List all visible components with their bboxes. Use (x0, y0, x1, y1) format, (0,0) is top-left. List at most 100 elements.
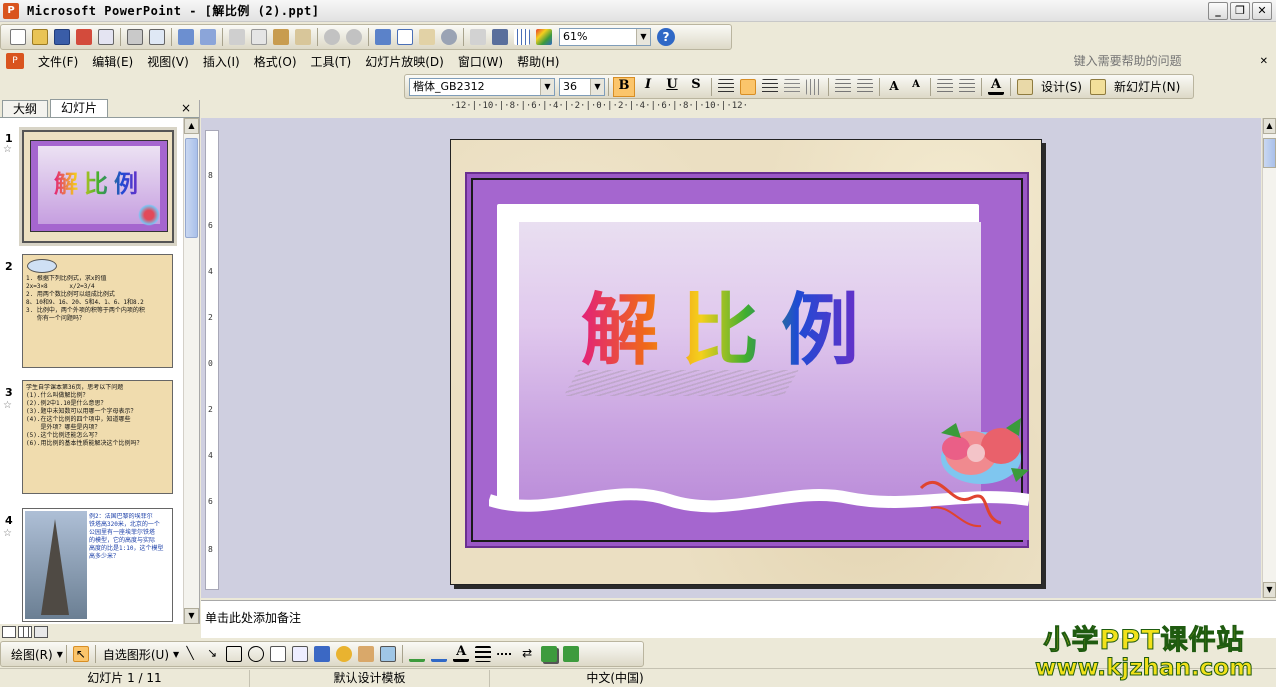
powerpoint-icon[interactable]: P (3, 2, 19, 19)
close-icon[interactable]: ✕ (1260, 56, 1268, 67)
open-icon[interactable] (32, 29, 48, 45)
current-slide[interactable]: 解比例 (450, 139, 1042, 585)
print-icon[interactable] (127, 29, 143, 45)
increase-font-icon[interactable]: A (886, 79, 902, 95)
wordart-icon[interactable] (314, 646, 331, 662)
diagram-icon[interactable] (336, 646, 353, 662)
spelling-icon[interactable] (178, 29, 194, 45)
increase-indent-icon[interactable] (959, 78, 975, 95)
bold-button[interactable]: B (613, 76, 635, 97)
bullets-icon[interactable] (857, 78, 873, 95)
show-formatting-icon[interactable] (492, 29, 508, 45)
slide-thumbnail-row[interactable]: 4 ☆ 例2：法国巴黎的埃菲尔 铁塔高320米，北京的一个 公园里有一座埃菲尔铁… (0, 508, 182, 624)
email-icon[interactable] (98, 29, 114, 45)
justify-icon[interactable] (784, 78, 800, 95)
menu-edit[interactable]: 编辑(E) (92, 53, 133, 70)
slide-thumbnail-3[interactable]: 学生自学课本第36页，思考以下问题 (1).什么叫做解比例？ (2).例2中1.… (22, 380, 173, 494)
oval-icon[interactable] (248, 646, 265, 662)
scroll-thumb[interactable] (185, 138, 198, 238)
new-slide-icon[interactable] (1089, 78, 1106, 95)
normal-view-icon[interactable] (2, 626, 16, 638)
cut-icon[interactable] (229, 29, 245, 45)
chevron-down-icon[interactable]: ▼ (57, 650, 63, 659)
menu-insert[interactable]: 插入(I) (203, 53, 240, 70)
decrease-indent-icon[interactable] (937, 78, 953, 95)
help-icon[interactable]: ? (657, 28, 675, 46)
italic-button[interactable]: I (637, 77, 659, 97)
main-scrollbar[interactable]: ▲ ▼ (1262, 118, 1276, 598)
decrease-font-icon[interactable]: A (908, 79, 924, 95)
redo-icon[interactable] (346, 29, 362, 45)
tables-borders-icon[interactable] (419, 29, 435, 45)
notes-placeholder[interactable]: 单击此处添加备注 (205, 609, 301, 626)
picture-icon[interactable] (380, 646, 397, 662)
permission-icon[interactable] (76, 29, 92, 45)
autoshapes-button[interactable]: 自选图形(U) (103, 646, 169, 663)
distribute-icon[interactable] (806, 78, 822, 95)
slide-thumbnail-4[interactable]: 例2：法国巴黎的埃菲尔 铁塔高320米，北京的一个 公园里有一座埃菲尔铁塔 的模… (22, 508, 173, 622)
research-icon[interactable] (200, 29, 216, 45)
slide-sorter-icon[interactable] (18, 626, 32, 638)
menu-file[interactable]: 文件(F) (38, 53, 78, 70)
scroll-up-icon[interactable]: ▲ (184, 118, 199, 134)
slide-thumbnail-row[interactable]: 3 ☆ 学生自学课本第36页，思考以下问题 (1).什么叫做解比例？ (2).例… (0, 380, 182, 498)
align-center-icon[interactable] (740, 78, 756, 95)
arrow-icon[interactable]: ↘ (204, 646, 220, 662)
grid-icon[interactable] (514, 29, 530, 45)
arrow-style-icon[interactable]: ⇄ (519, 646, 535, 662)
menu-slideshow[interactable]: 幻灯片放映(D) (365, 53, 444, 70)
insert-table-icon[interactable] (397, 29, 413, 45)
insert-chart-icon[interactable] (375, 29, 391, 45)
save-icon[interactable] (54, 29, 70, 45)
line-color-icon[interactable] (431, 646, 448, 662)
slide-thumbnail-2[interactable]: 1. 根据下列比例式，求x的值 2x=3×8 x/2=3/4 2. 用两个数比例… (22, 254, 173, 368)
panel-scrollbar[interactable]: ▲ ▼ (183, 118, 199, 624)
select-pointer-icon[interactable]: ↖ (72, 646, 89, 662)
print-preview-icon[interactable] (149, 29, 165, 45)
help-search-input[interactable] (1073, 53, 1254, 69)
menu-window[interactable]: 窗口(W) (458, 53, 503, 70)
textbox-icon[interactable] (270, 646, 287, 662)
zoom-select[interactable]: 61% ▼ (559, 28, 651, 46)
font-select[interactable]: 楷体_GB2312 ▼ (409, 77, 555, 96)
shadow-button[interactable]: S (685, 77, 707, 97)
chevron-down-icon[interactable]: ▼ (540, 78, 554, 95)
new-slide-button[interactable]: 新幻灯片(N) (1114, 78, 1180, 95)
underline-button[interactable]: U (661, 77, 683, 97)
align-right-icon[interactable] (762, 78, 778, 95)
new-icon[interactable] (10, 29, 26, 45)
expand-icon[interactable] (470, 29, 486, 45)
clipart-icon[interactable] (358, 646, 375, 662)
scroll-thumb[interactable] (1263, 138, 1276, 168)
menu-help[interactable]: 帮助(H) (517, 53, 559, 70)
dash-style-icon[interactable] (497, 653, 514, 655)
hyperlink-icon[interactable] (441, 29, 457, 45)
copy-icon[interactable] (251, 29, 267, 45)
slide-thumbnail-row[interactable]: 2 1. 根据下列比例式，求x的值 2x=3×8 x/2=3/4 2. 用两个数… (0, 252, 182, 370)
chevron-down-icon[interactable]: ▼ (590, 78, 604, 95)
menu-tools[interactable]: 工具(T) (311, 53, 352, 70)
scroll-down-icon[interactable]: ▼ (184, 608, 199, 624)
line-icon[interactable]: ╲ (182, 646, 198, 662)
color-grayscale-icon[interactable] (536, 29, 552, 45)
paste-icon[interactable] (273, 29, 289, 45)
format-painter-icon[interactable] (295, 29, 311, 45)
design-icon[interactable] (1017, 78, 1033, 95)
scroll-up-icon[interactable]: ▲ (1263, 118, 1276, 134)
tab-slides[interactable]: 幻灯片 (50, 99, 109, 117)
font-color-icon[interactable]: A (988, 78, 1004, 95)
scroll-down-icon[interactable]: ▼ (1263, 582, 1276, 598)
numbering-icon[interactable] (835, 78, 851, 95)
document-icon[interactable]: P (6, 53, 24, 69)
shadow-style-icon[interactable] (541, 646, 558, 662)
slide-title[interactable]: 解比例 (581, 268, 881, 380)
slide-thumbnail-row[interactable]: 1 ☆ 解比例 (0, 130, 182, 246)
line-style-icon[interactable] (475, 646, 492, 662)
restore-button[interactable]: ❐ (1230, 2, 1250, 20)
design-button[interactable]: 设计(S) (1041, 78, 1082, 95)
fill-color-icon[interactable] (409, 646, 426, 662)
tab-outline[interactable]: 大纲 (2, 100, 49, 117)
menu-format[interactable]: 格式(O) (254, 53, 297, 70)
font-color-icon[interactable]: A (453, 645, 470, 662)
rectangle-icon[interactable] (226, 646, 243, 662)
